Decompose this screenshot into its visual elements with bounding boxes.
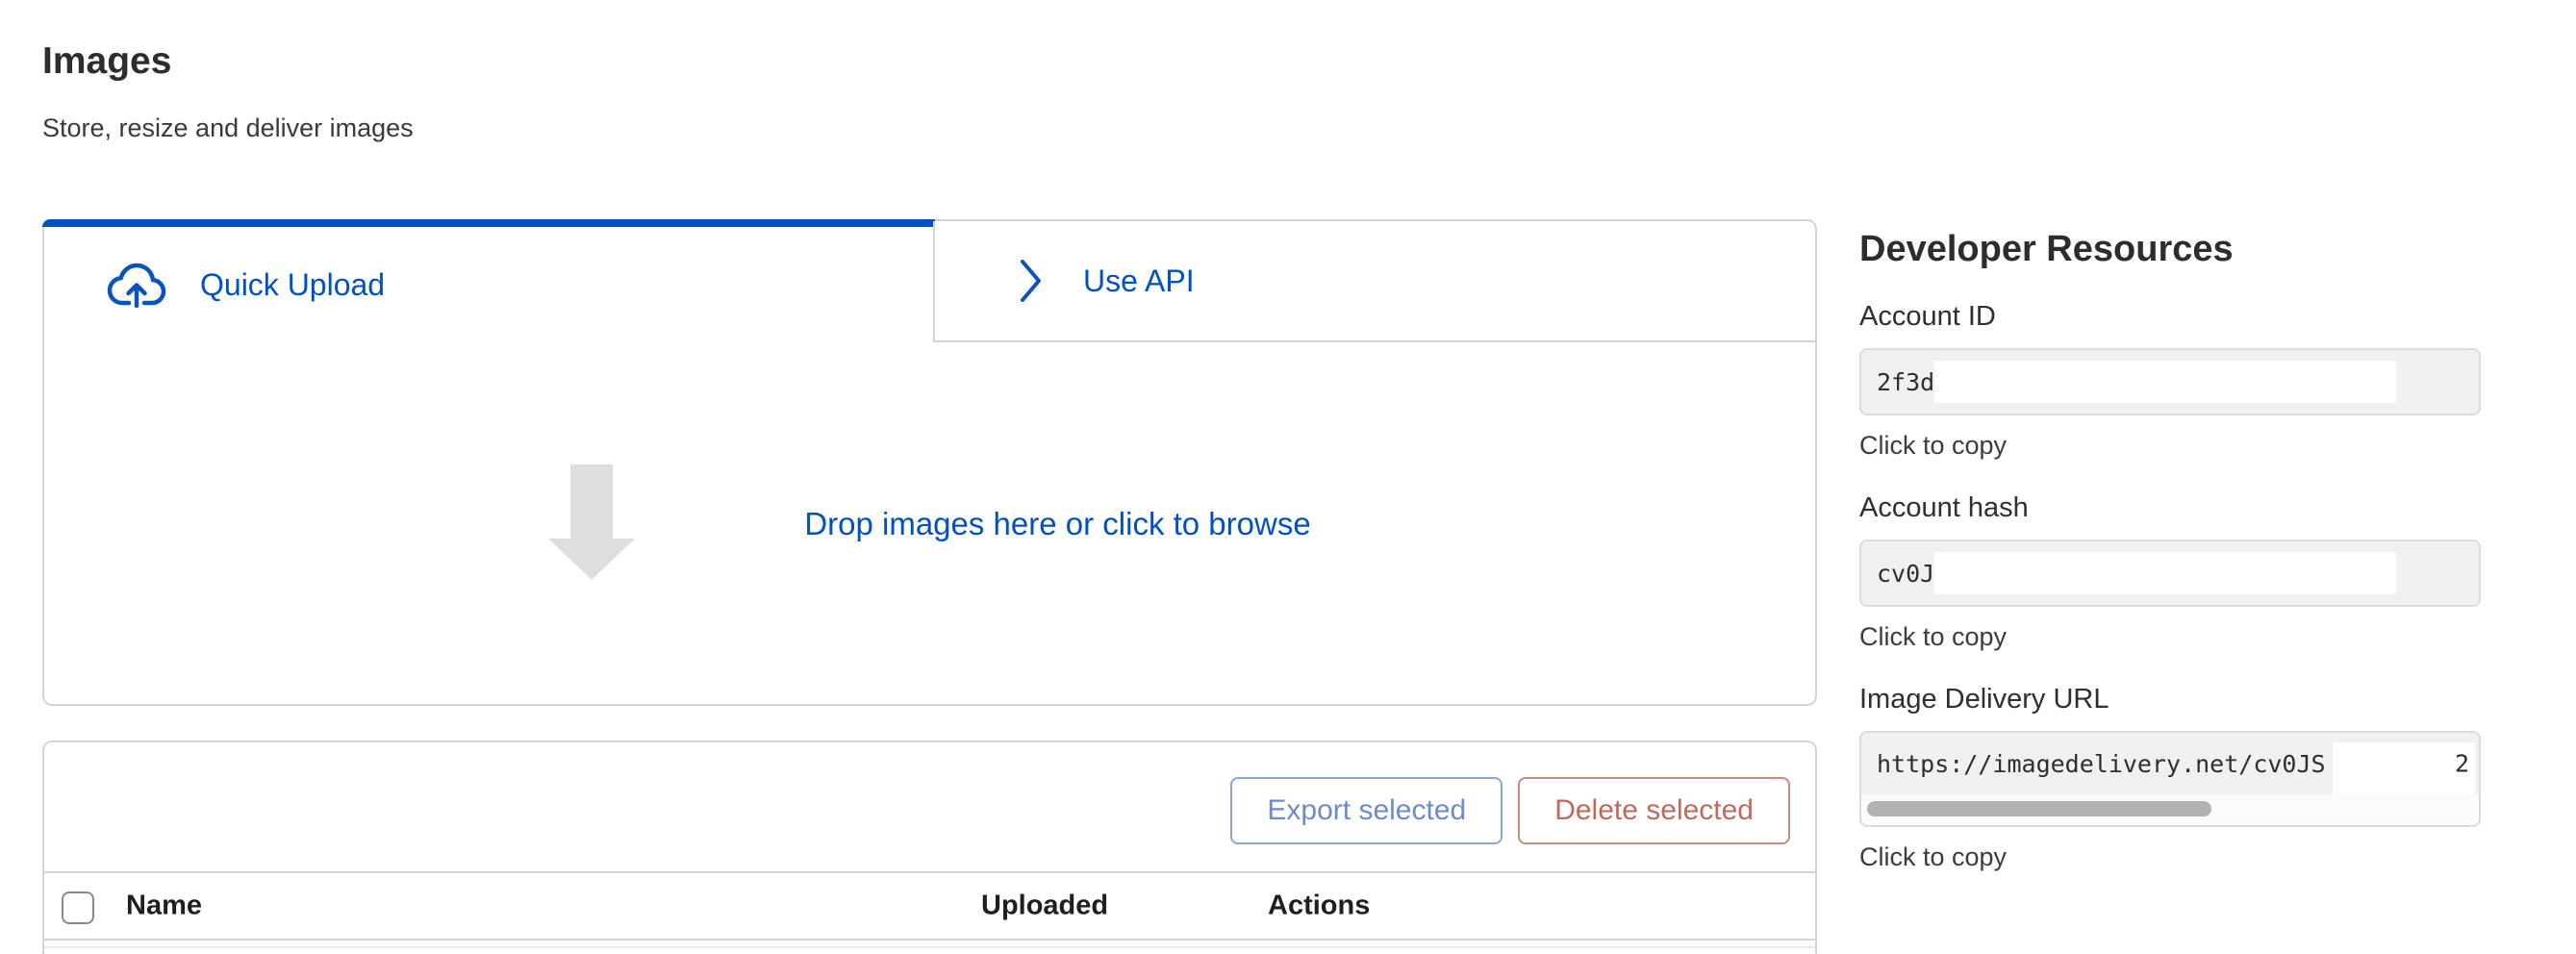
click-to-copy-hint: Click to copy bbox=[1859, 842, 2481, 872]
dropzone[interactable]: Drop images here or click to browse bbox=[44, 344, 1815, 704]
cloud-upload-icon bbox=[106, 262, 167, 308]
tab-quick-upload[interactable]: Quick Upload bbox=[44, 227, 933, 342]
redaction-overlay bbox=[1934, 552, 2396, 594]
redaction-overlay bbox=[2333, 742, 2475, 796]
redaction-overlay bbox=[1934, 361, 2396, 403]
upload-card: Quick Upload Use API Drop images here or… bbox=[42, 219, 1817, 706]
url-overflow-character: 2 bbox=[2455, 750, 2469, 778]
account-id-label: Account ID bbox=[1859, 300, 2481, 333]
column-header-uploaded: Uploaded bbox=[981, 891, 1108, 922]
image-delivery-url-value-box[interactable]: https://imagedelivery.net/cv0JS 2 bbox=[1859, 731, 2481, 827]
image-delivery-url-label: Image Delivery URL bbox=[1859, 683, 2481, 716]
account-hash-field: Account hash cv0J Click to copy bbox=[1859, 491, 2481, 652]
page-subtitle: Store, resize and deliver images bbox=[42, 113, 414, 143]
image-delivery-url-line: https://imagedelivery.net/cv0JS 2 bbox=[1861, 733, 2479, 794]
account-hash-value: cv0J bbox=[1877, 560, 1934, 588]
chevron-right-icon bbox=[1018, 258, 1045, 304]
images-page: Images Store, resize and deliver images … bbox=[0, 0, 2576, 954]
drop-arrow-icon bbox=[548, 464, 635, 585]
image-delivery-url-field: Image Delivery URL https://imagedelivery… bbox=[1859, 683, 2481, 872]
table-toolbar: Export selected Delete selected bbox=[1230, 777, 1790, 844]
click-to-copy-hint: Click to copy bbox=[1859, 622, 2481, 652]
account-hash-label: Account hash bbox=[1859, 491, 2481, 524]
active-tab-indicator bbox=[42, 219, 935, 227]
dropzone-label: Drop images here or click to browse bbox=[804, 506, 1310, 542]
account-id-value-box[interactable]: 2f3d bbox=[1859, 348, 2481, 415]
column-header-actions: Actions bbox=[1268, 891, 1370, 922]
account-hash-value-box[interactable]: cv0J bbox=[1859, 540, 2481, 607]
account-id-field: Account ID 2f3d Click to copy bbox=[1859, 300, 2481, 461]
tab-use-api[interactable]: Use API bbox=[933, 221, 1815, 342]
account-id-value: 2f3d bbox=[1877, 368, 1934, 396]
horizontal-scrollbar-thumb[interactable] bbox=[1867, 801, 2211, 816]
developer-resources-panel: Developer Resources Account ID 2f3d Clic… bbox=[1859, 227, 2481, 903]
delete-selected-button[interactable]: Delete selected bbox=[1518, 777, 1790, 844]
image-delivery-url-value: https://imagedelivery.net/cv0JS bbox=[1877, 750, 2326, 778]
images-table-card: Export selected Delete selected Name Upl… bbox=[42, 741, 1817, 954]
column-header-name: Name bbox=[126, 891, 202, 922]
tab-use-api-label: Use API bbox=[1083, 264, 1195, 299]
table-header-row: Name Uploaded Actions bbox=[44, 871, 1815, 941]
horizontal-scrollbar-track[interactable] bbox=[1861, 794, 2479, 825]
table-row-divider bbox=[44, 946, 1815, 948]
export-selected-button[interactable]: Export selected bbox=[1230, 777, 1503, 844]
select-all-checkbox[interactable] bbox=[62, 891, 94, 924]
tab-quick-upload-label: Quick Upload bbox=[200, 267, 385, 303]
page-title: Images bbox=[42, 40, 171, 83]
click-to-copy-hint: Click to copy bbox=[1859, 431, 2481, 461]
developer-resources-heading: Developer Resources bbox=[1859, 227, 2481, 271]
